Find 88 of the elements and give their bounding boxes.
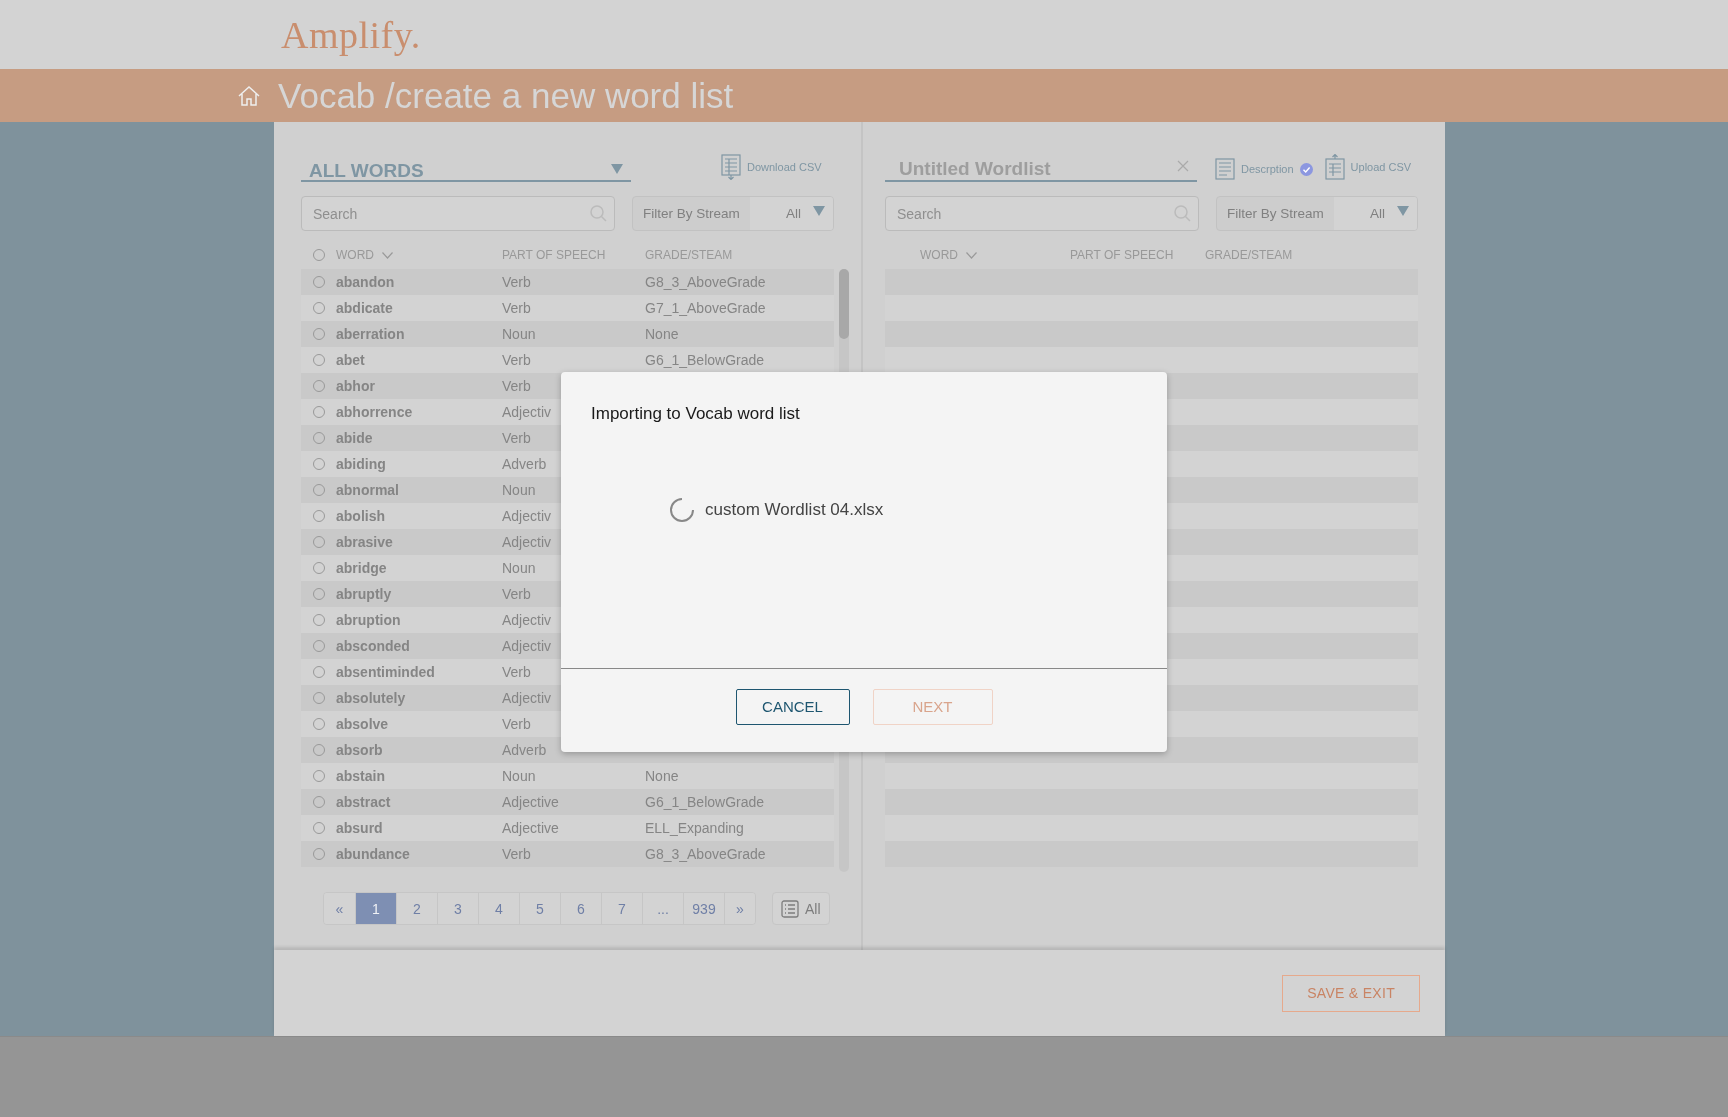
table-cell: Adverb [502, 456, 547, 472]
word-cell: abundance [336, 846, 410, 862]
caret-icon [611, 164, 623, 174]
page-title: Vocab /create a new word list [278, 75, 734, 116]
table-cell: G8_3_AboveGrade [645, 274, 766, 290]
word-cell: abruption [336, 612, 401, 628]
search-icon [590, 205, 607, 222]
table-cell: G8_3_AboveGrade [645, 846, 766, 862]
document-icon [1215, 158, 1235, 180]
caret-icon [1397, 205, 1409, 216]
dialog-title: Importing to Vocab word list [591, 404, 801, 424]
table-cell: Adverb [502, 742, 547, 758]
sort-chevron-icon[interactable] [382, 251, 393, 259]
sort-chevron-icon[interactable] [966, 251, 977, 259]
save-exit-button[interactable]: SAVE & EXIT [1282, 974, 1420, 1012]
list-icon [781, 899, 799, 918]
list-dropdown[interactable]: ALL WORDS [301, 150, 631, 182]
table-cell: G6_1_BelowGrade [645, 352, 765, 368]
table-cell: None [645, 768, 679, 784]
table-cell: Adjectiv [502, 690, 552, 706]
word-cell: absconded [336, 638, 410, 654]
download-sheet-icon [721, 154, 741, 180]
page-button[interactable]: » [724, 893, 755, 924]
table-cell: Verb [502, 430, 531, 446]
loading-spinner-icon [669, 497, 695, 523]
word-cell: abolish [336, 508, 385, 524]
table-cell: Noun [502, 482, 536, 498]
word-cell: abdicate [336, 300, 393, 316]
filter-label: Filter By Stream [1226, 205, 1325, 223]
word-cell: abide [336, 430, 373, 446]
view-all-button[interactable]: All [772, 892, 830, 925]
word-cell: absolve [336, 716, 389, 732]
table-cell: Verb [502, 846, 531, 862]
stream-dropdown[interactable]: All [749, 197, 833, 230]
dialog-button[interactable]: CANCEL [735, 688, 850, 725]
upload-sheet-icon [1324, 154, 1345, 180]
table-cell: Adjectiv [502, 404, 552, 420]
table-cell: Adjective [502, 794, 559, 810]
stream-dropdown[interactable]: All [1333, 197, 1417, 230]
table-cell: Verb [502, 274, 531, 290]
search-field[interactable]: Search [301, 196, 615, 231]
word-cell: aberration [336, 326, 405, 342]
table-cell: None [645, 326, 679, 342]
word-cell: abstract [336, 794, 391, 810]
scroll-thumb[interactable] [839, 269, 849, 339]
word-cell: abhor [336, 378, 375, 394]
table-cell: Verb [502, 586, 531, 602]
table-cell: Adjectiv [502, 534, 552, 550]
word-cell: abhorrence [336, 404, 413, 420]
page-button[interactable]: 1 [355, 893, 396, 924]
filter-label: Filter By Stream [642, 205, 741, 223]
word-cell: absentiminded [336, 664, 435, 680]
word-cell: absurd [336, 820, 383, 836]
word-cell: abruptly [336, 586, 392, 602]
caret-icon [813, 205, 825, 216]
table-cell: Noun [502, 560, 536, 576]
table-cell: ELL_Expanding [645, 820, 744, 836]
table-cell: Verb [502, 378, 531, 394]
word-cell: absorb [336, 742, 383, 758]
table-cell: Verb [502, 352, 531, 368]
logo[interactable]: Amplify. [281, 12, 421, 57]
table-cell: Adjective [502, 820, 559, 836]
search-field[interactable]: Search [885, 196, 1199, 231]
table-cell: Noun [502, 326, 536, 342]
word-cell: abridge [336, 560, 387, 576]
table-cell: Adjectiv [502, 508, 552, 524]
word-cell: abstain [336, 768, 385, 784]
upload-csv-link[interactable]: Upload CSV [1324, 154, 1412, 180]
file-name: custom Wordlist 04.xlsx [705, 500, 884, 520]
word-cell: absolutely [336, 690, 406, 706]
word-cell: abet [336, 352, 365, 368]
table-cell: Noun [502, 768, 536, 784]
table-cell: Verb [502, 664, 531, 680]
table-cell: G6_1_BelowGrade [645, 794, 765, 810]
table-cell: Adjectiv [502, 638, 552, 654]
close-icon[interactable] [1177, 160, 1189, 172]
word-cell: abiding [336, 456, 386, 472]
word-cell: abrasive [336, 534, 393, 550]
table-cell: Adjectiv [502, 612, 552, 628]
table-cell: G7_1_AboveGrade [645, 300, 766, 316]
table-cell: Verb [502, 716, 531, 732]
word-cell: abandon [336, 274, 395, 290]
search-icon [1174, 205, 1191, 222]
word-cell: abnormal [336, 482, 399, 498]
table-cell: Verb [502, 300, 531, 316]
download-csv-link[interactable]: Download CSV [721, 154, 822, 180]
description-link[interactable]: Descrption [1215, 158, 1313, 180]
home-icon[interactable] [238, 84, 260, 107]
